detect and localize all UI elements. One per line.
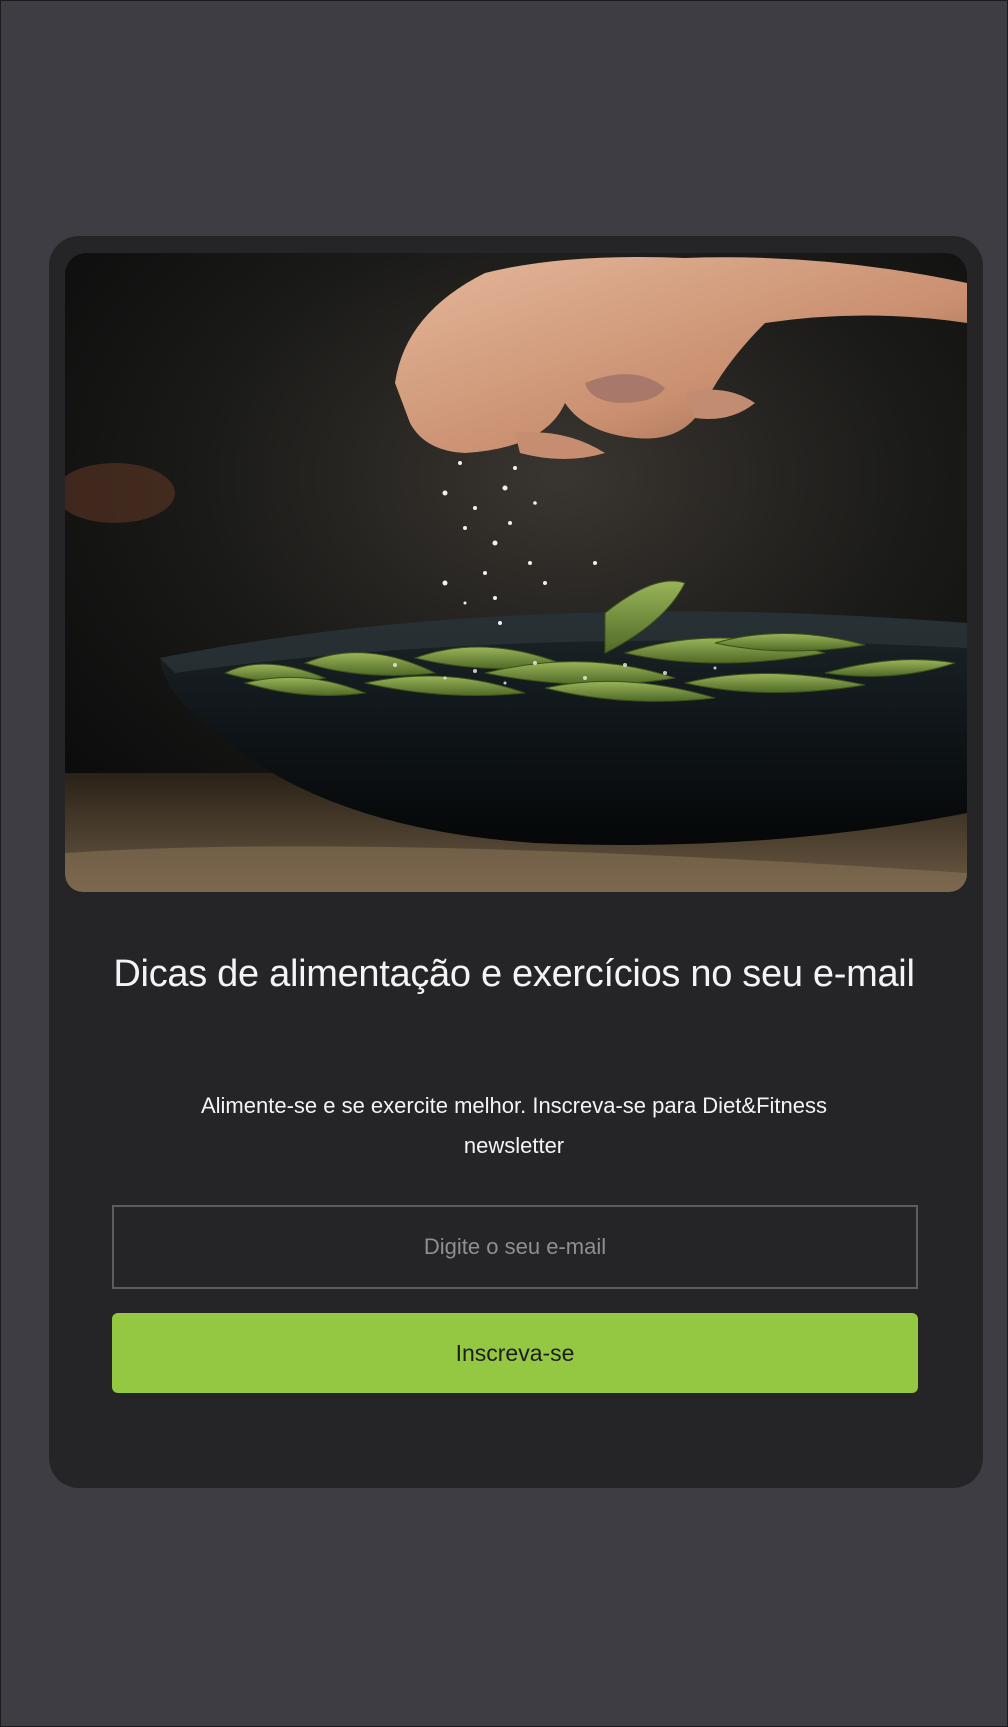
newsletter-title: Dicas de alimentação e exercícios no seu… [113, 953, 915, 995]
subscribe-button[interactable]: Inscreva-se [112, 1313, 918, 1393]
hero-image [65, 253, 967, 892]
newsletter-subtitle: Alimente-se e se exercite melhor. Inscre… [200, 1093, 828, 1158]
email-input[interactable] [112, 1205, 918, 1289]
newsletter-card: Dicas de alimentação e exercícios no seu… [49, 236, 983, 1488]
